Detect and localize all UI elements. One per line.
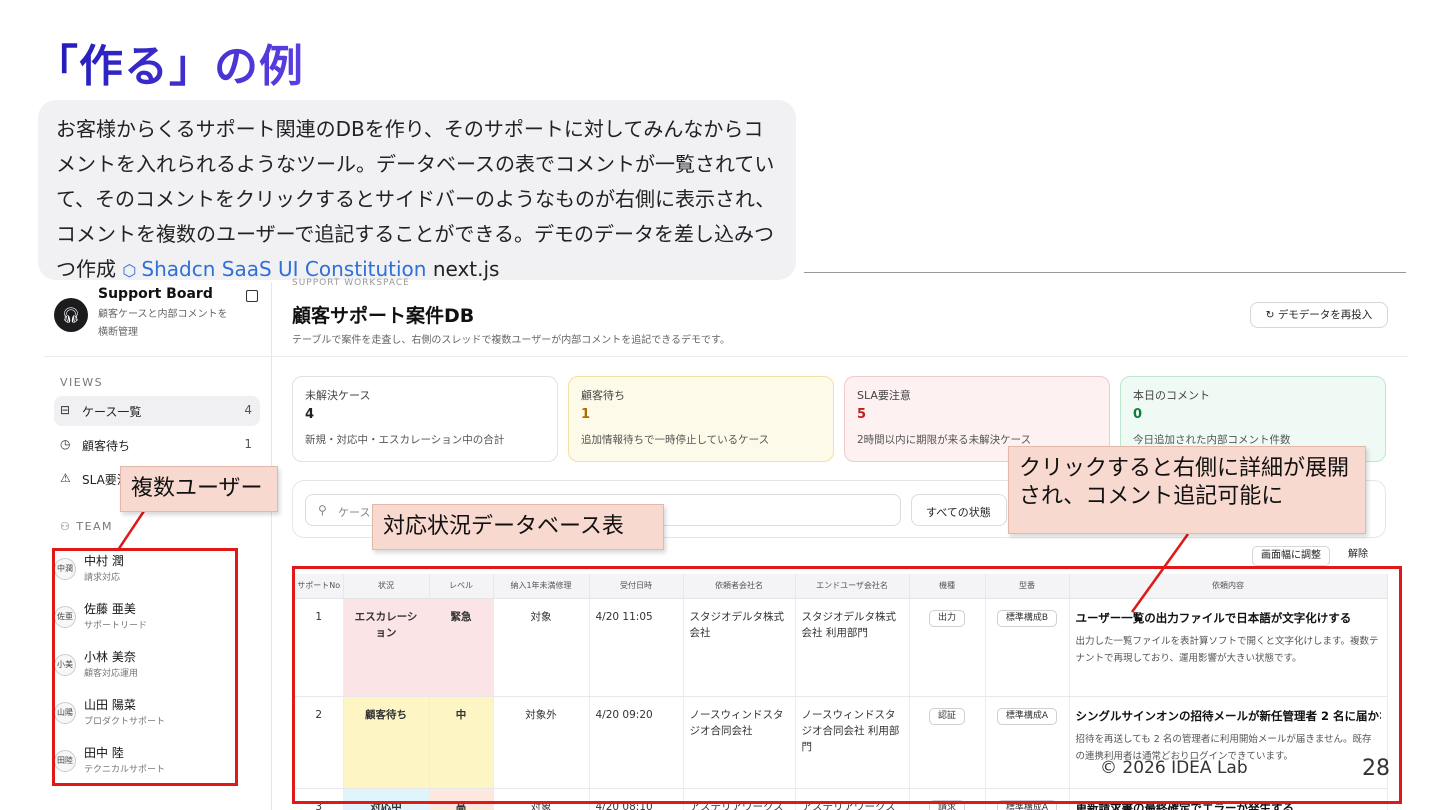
users-icon: ⚇ — [60, 520, 77, 533]
search-icon: ⚲ — [318, 503, 327, 517]
callout-detail: クリックすると右側に詳細が展開され、コメント追記可能に — [1008, 446, 1366, 534]
stat-title: SLA要注意 — [857, 389, 911, 402]
stat-value: 4 — [305, 407, 315, 422]
stat-value: 5 — [857, 407, 867, 422]
stat-title: 未解決ケース — [305, 389, 371, 402]
stat-title: 顧客待ち — [581, 389, 625, 402]
team-label-text: TEAM — [76, 520, 114, 533]
workspace-label: SUPPORT WORKSPACE — [292, 278, 410, 288]
sidebar-item-label: 顧客待ち — [82, 439, 131, 453]
stat-value: 1 — [581, 407, 591, 422]
stat-card-open: 未解決ケース 4 新規・対応中・エスカレーション中の合計 — [292, 376, 558, 462]
brand: 🎧︎ Support Board 顧客ケースと内部コメントを横断管理 — [54, 286, 264, 356]
sidebar-item-label: ケース一覧 — [82, 405, 142, 419]
page-number: 28 — [1362, 756, 1390, 781]
callout-users: 複数ユーザー — [120, 466, 278, 512]
copyright: © 2026 IDEA Lab — [1100, 758, 1248, 778]
sidebar-item-cases[interactable]: ⊟ ケース一覧 4 — [54, 396, 260, 426]
inbox-icon: ⊟ — [60, 403, 71, 417]
stat-description: 新規・対応中・エスカレーション中の合計 — [305, 434, 505, 446]
divider — [272, 356, 1408, 357]
sidebar-item-count: 4 — [244, 403, 252, 417]
stat-description: 今日追加された内部コメント件数 — [1133, 434, 1291, 446]
sidebar-item-count: 1 — [244, 437, 252, 451]
sidebar-item-waiting[interactable]: ◷ 顧客待ち 1 — [54, 430, 260, 460]
callout-table: 対応状況データベース表 — [372, 504, 664, 550]
stat-value: 0 — [1133, 407, 1143, 422]
status-select[interactable]: すべての状態 — [911, 494, 1007, 526]
headset-icon: 🎧︎ — [54, 298, 88, 332]
stat-description: 追加情報待ちで一時停止しているケース — [581, 434, 770, 446]
cube-icon: ⬡ — [122, 261, 142, 280]
page-title: 顧客サポート案件DB — [292, 305, 475, 327]
prompt-suffix: next.js — [432, 257, 500, 281]
stat-card-waiting: 顧客待ち 1 追加情報待ちで一時停止しているケース — [568, 376, 834, 462]
annotation-box-users — [52, 548, 238, 786]
stat-description: 2時間以内に期限が来る未解決ケース — [857, 434, 1032, 446]
prompt-bubble: お客様からくるサポート関連のDBを作り、そのサポートに対してみんなからコメントを… — [38, 100, 796, 281]
views-label: VIEWS — [60, 376, 104, 389]
reseed-label: デモデータを再投入 — [1277, 309, 1373, 321]
warning-icon: ⚠ — [60, 471, 71, 485]
page-subtitle: テーブルで案件を走査し、右側のスレッドで複数ユーザーが内部コメントを追記できるデ… — [292, 335, 730, 346]
slide-title: 「作る」の例 — [34, 30, 304, 94]
refresh-icon: ↻ — [1265, 309, 1278, 321]
divider — [44, 356, 272, 357]
divider — [804, 272, 1406, 273]
team-label: ⚇ TEAM — [60, 520, 113, 533]
brand-name: Support Board — [98, 286, 213, 302]
brand-subtitle: 顧客ケースと内部コメントを横断管理 — [98, 309, 228, 338]
reseed-button[interactable]: ↻ デモデータを再投入 — [1250, 302, 1388, 328]
release-button[interactable]: 解除 — [1338, 546, 1378, 566]
sidebar-collapse-icon[interactable] — [246, 290, 258, 302]
stat-title: 本日のコメント — [1133, 389, 1210, 402]
fit-width-button[interactable]: 画面幅に調整 — [1252, 546, 1330, 566]
clock-icon: ◷ — [60, 437, 71, 451]
search-placeholder: ケース — [338, 506, 371, 519]
